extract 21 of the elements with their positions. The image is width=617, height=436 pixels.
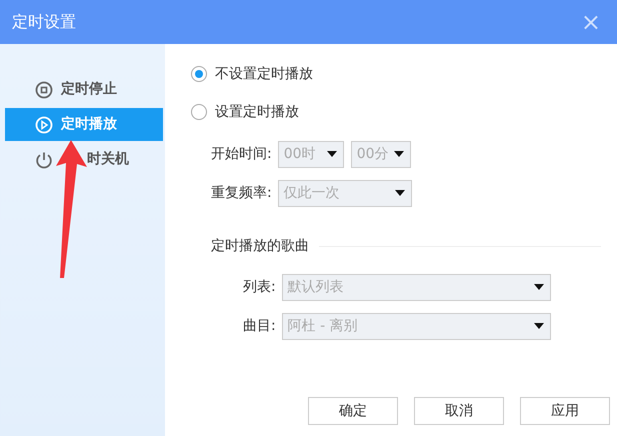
caret-icon <box>326 151 337 157</box>
caret-icon <box>534 284 544 290</box>
window-title: 定时设置 <box>12 11 76 33</box>
section-title: 定时播放的歌曲 <box>211 237 309 256</box>
sidebar-item[interactable]: 时关机 <box>5 143 163 176</box>
field-label: 曲目: <box>243 316 276 336</box>
dialog-button[interactable]: 取消 <box>414 397 504 425</box>
dialog-button[interactable]: 确定 <box>308 397 398 425</box>
play-circle-icon <box>35 116 53 134</box>
sidebar-item[interactable]: 定时停止 <box>5 73 163 106</box>
stop-circle-icon <box>35 80 53 98</box>
field-label: 开始时间: <box>211 144 272 164</box>
field-label: 列表: <box>243 278 276 296</box>
field-label: 重复频率: <box>211 184 272 202</box>
caret-icon <box>394 190 405 196</box>
caret-icon <box>394 151 404 157</box>
caret-icon <box>534 323 544 329</box>
radio-option[interactable]: 设置定时播放 <box>191 102 601 122</box>
power-icon <box>35 150 53 168</box>
dialog-button[interactable]: 应用 <box>520 397 610 425</box>
radio-option[interactable]: 不设置定时播放 <box>191 64 601 84</box>
